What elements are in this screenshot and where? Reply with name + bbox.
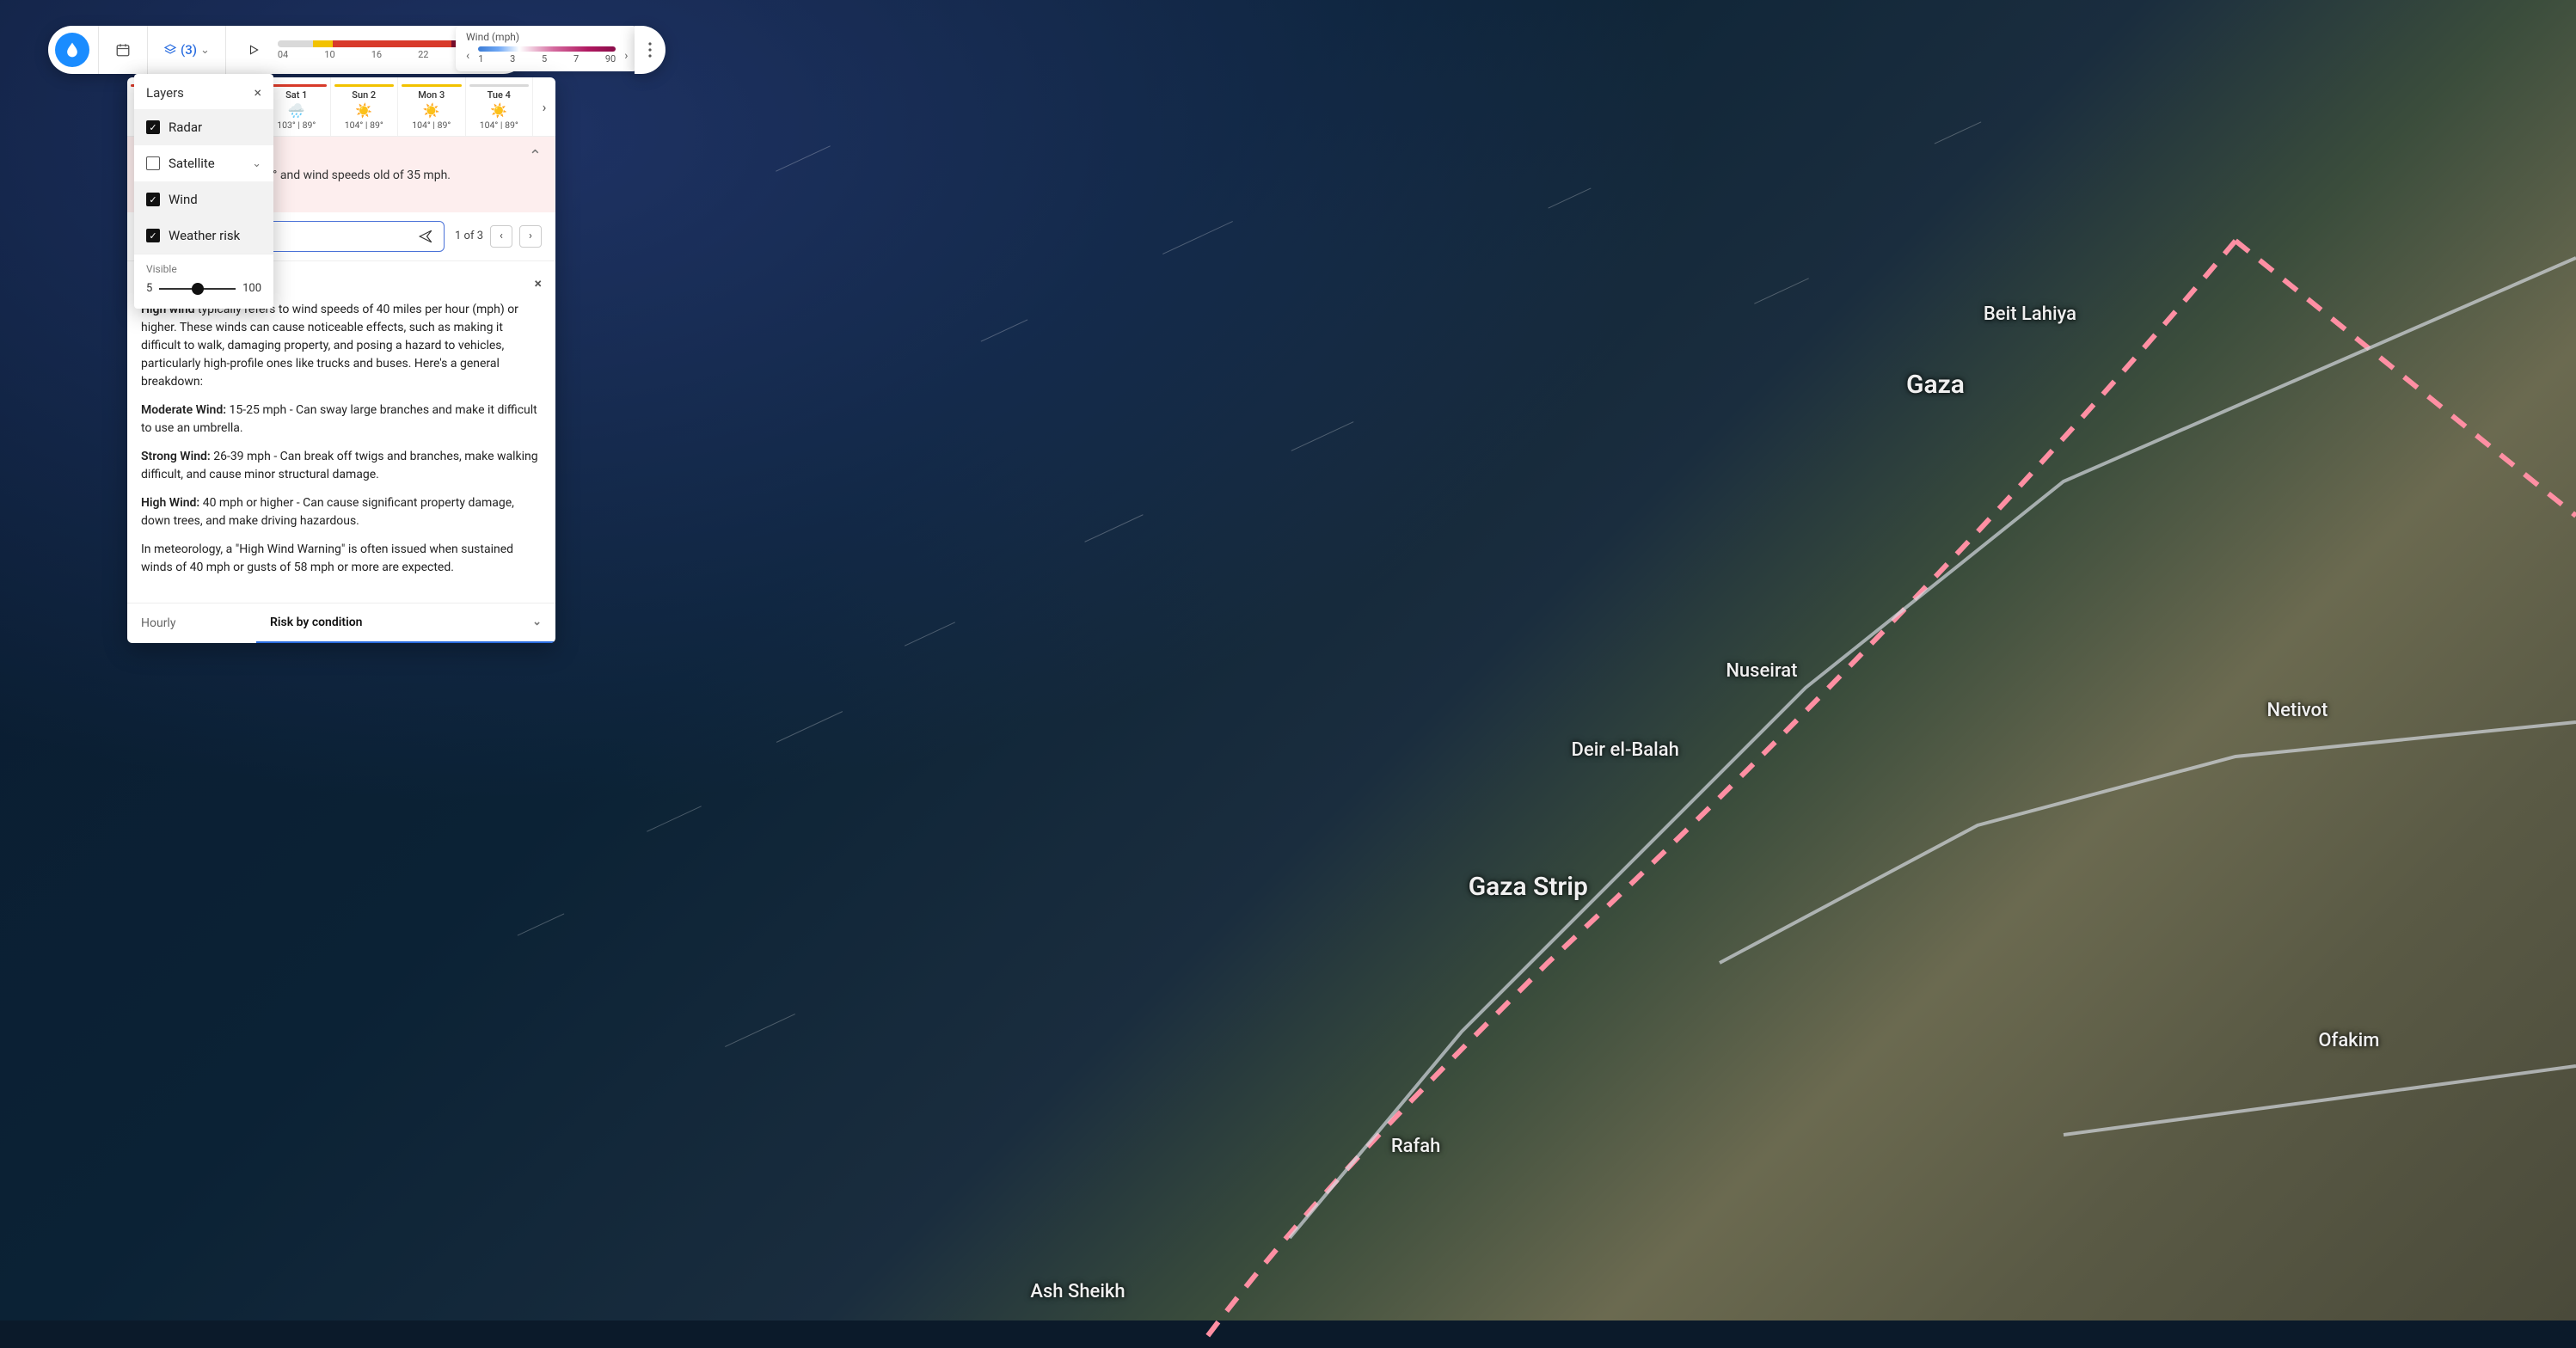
checkbox[interactable] — [146, 229, 160, 242]
layers-count-text: (3) — [181, 42, 197, 58]
layers-panel: Layers × Radar Satellite ⌄ Wind Weather risk… — [134, 74, 273, 309]
legend-title: Wind (mph) — [466, 31, 628, 43]
layer-item-radar[interactable]: Radar — [134, 109, 273, 145]
layers-panel-close[interactable]: × — [254, 84, 261, 101]
layers-panel-title: Layers — [146, 85, 184, 101]
pager-text: 1 of 3 — [455, 230, 483, 242]
layer-item-satellite[interactable]: Satellite ⌄ — [134, 145, 273, 181]
chevron-down-icon: ⌄ — [532, 616, 542, 628]
layer-label: Radar — [169, 119, 202, 135]
calendar-button[interactable] — [107, 34, 138, 65]
pager-next[interactable]: › — [519, 225, 542, 248]
map-label-beit-lahiya: Beit Lahiya — [1984, 303, 2076, 325]
slider-min: 5 — [146, 282, 152, 295]
timeline-bar[interactable] — [278, 40, 475, 47]
day-tue-4[interactable]: Tue 4☀️104° | 89° — [466, 77, 534, 136]
slider-max: 100 — [242, 282, 261, 295]
layers-dropdown[interactable]: (3) ⌄ — [156, 42, 217, 58]
app-logo[interactable] — [55, 33, 89, 67]
day-sun-2[interactable]: Sun 2☀️104° | 89° — [331, 77, 399, 136]
calendar-icon — [115, 42, 131, 58]
tab-risk-label: Risk by condition — [270, 616, 362, 629]
day-strip-next[interactable]: › — [533, 77, 555, 136]
slider-thumb[interactable] — [192, 283, 204, 295]
map-label-gaza-strip: Gaza Strip — [1469, 872, 1588, 902]
map-label-ofakim: Ofakim — [2318, 1030, 2379, 1051]
layer-label: Weather risk — [169, 228, 240, 243]
slider-track[interactable] — [159, 288, 236, 290]
opacity-slider[interactable]: 5 100 — [146, 282, 261, 295]
legend-gradient — [478, 46, 616, 52]
chevron-down-icon: ⌄ — [200, 44, 210, 57]
article: nd? × High wind typically refers to wind… — [127, 261, 555, 603]
p3-lead: Strong Wind: — [141, 450, 211, 463]
wind-legend: Wind (mph) ‹ 135790 › — [456, 26, 638, 71]
p1-body: typically refers to wind speeds of 40 mi… — [141, 303, 518, 389]
article-close[interactable]: × — [535, 273, 543, 294]
map-label-netivot: Netivot — [2266, 700, 2328, 721]
layer-item-wind[interactable]: Wind — [134, 181, 273, 218]
pager: 1 of 3 ‹ › — [455, 225, 542, 248]
drop-icon — [64, 41, 81, 58]
legend-next[interactable]: › — [624, 49, 628, 63]
legend-ticks: 135790 — [478, 53, 616, 64]
more-vertical-icon — [648, 42, 652, 58]
layer-item-weather-risk[interactable]: Weather risk — [134, 218, 273, 254]
tab-hourly-label: Hourly — [141, 616, 175, 630]
map-label-ash-sheikh: Ash Sheikh — [1030, 1281, 1125, 1302]
pager-prev[interactable]: ‹ — [490, 225, 512, 248]
day-mon-3[interactable]: Mon 3☀️104° | 89° — [398, 77, 466, 136]
legend-prev[interactable]: ‹ — [466, 49, 469, 63]
timeline-labels: 0410162224 — [278, 49, 475, 60]
send-button[interactable] — [414, 225, 437, 248]
checkbox[interactable] — [146, 120, 160, 134]
play-icon — [248, 44, 260, 56]
checkbox[interactable] — [146, 156, 160, 170]
layer-label: Wind — [169, 192, 198, 207]
tab-risk[interactable]: Risk by condition ⌄ — [256, 604, 555, 643]
alert-collapse[interactable]: ⌃ — [529, 147, 542, 165]
map-label-nuseirat: Nuseirat — [1726, 660, 1797, 682]
p5-body: In meteorology, a "High Wind Warning" is… — [141, 541, 542, 577]
send-icon — [418, 229, 433, 244]
visible-label: Visible — [146, 263, 261, 275]
map-label-deir-el-balah: Deir el-Balah — [1572, 739, 1679, 761]
map-label-gaza: Gaza — [1906, 370, 1965, 400]
tab-hourly[interactable]: Hourly — [127, 604, 256, 643]
layer-label: Satellite — [169, 156, 215, 171]
checkbox[interactable] — [146, 193, 160, 206]
map-label-rafah: Rafah — [1391, 1136, 1441, 1157]
play-button[interactable] — [238, 34, 269, 65]
layers-icon — [163, 43, 177, 57]
p2-lead: Moderate Wind: — [141, 403, 226, 417]
p4-lead: High Wind: — [141, 496, 199, 510]
chevron-down-icon: ⌄ — [252, 157, 261, 170]
tabs: Hourly Risk by condition ⌄ — [127, 603, 555, 643]
